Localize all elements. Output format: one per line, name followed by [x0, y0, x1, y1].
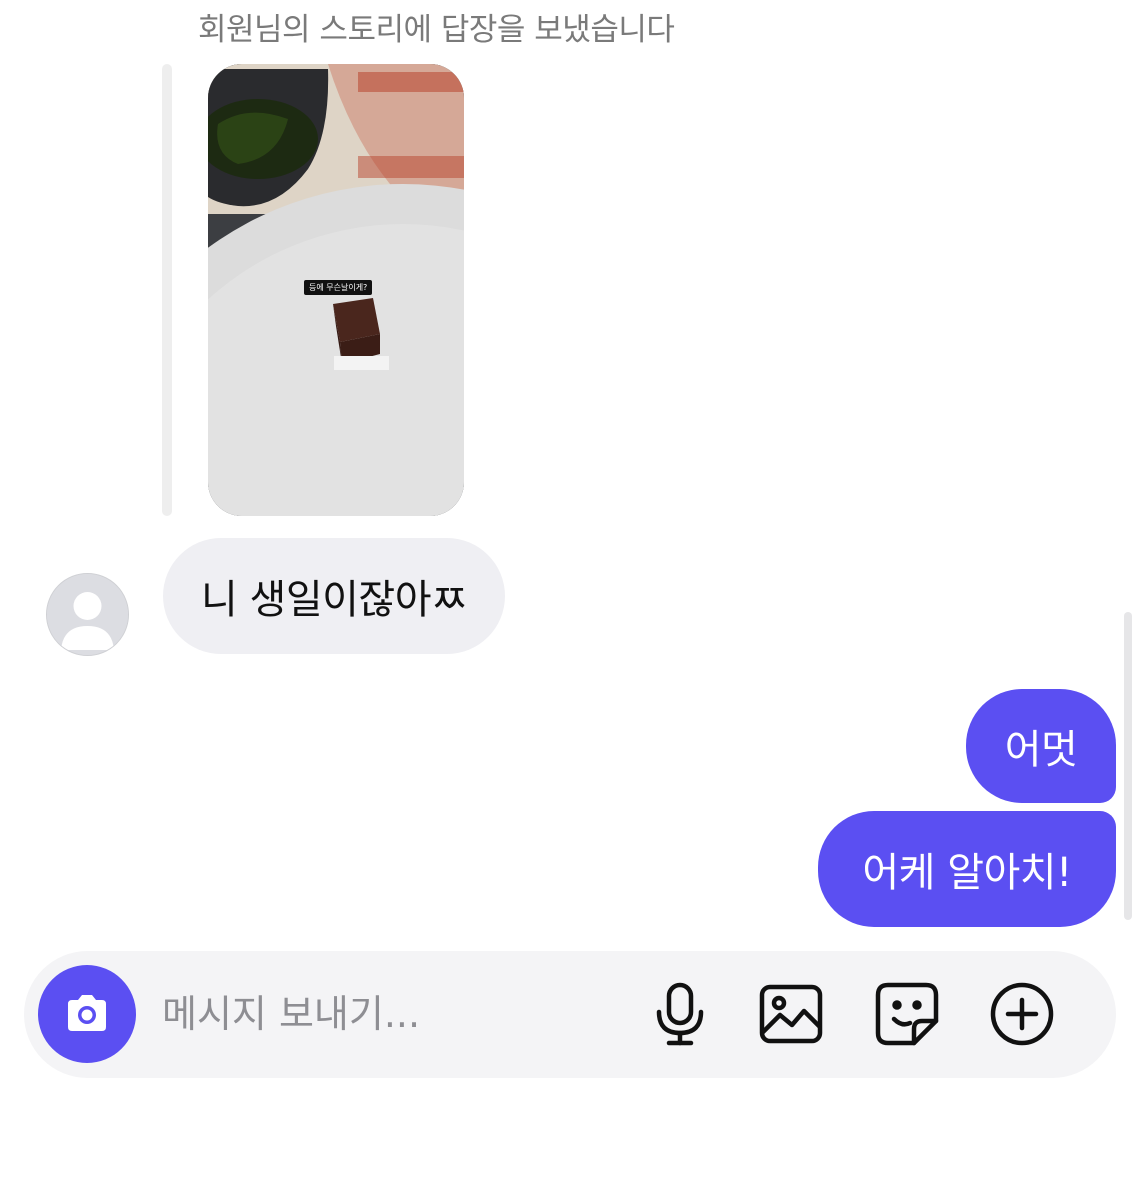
story-quote-bar	[162, 64, 172, 516]
more-button[interactable]	[989, 981, 1055, 1047]
plus-circle-icon	[990, 982, 1054, 1046]
story-thumbnail[interactable]: 등에 무슨날이게?	[208, 64, 464, 516]
camera-button[interactable]	[38, 965, 136, 1063]
outgoing-message[interactable]: 어멋	[966, 689, 1116, 803]
default-avatar-icon	[47, 574, 128, 655]
camera-icon	[68, 995, 106, 1031]
avatar[interactable]	[46, 573, 129, 656]
microphone-icon	[656, 982, 704, 1046]
gallery-button[interactable]	[758, 981, 824, 1047]
incoming-message[interactable]: 니 생일이잖아ㅉ	[163, 538, 506, 654]
story-reply-caption: 회원님의 스토리에 답장을 보냈습니다	[198, 12, 675, 48]
image-icon	[759, 984, 823, 1044]
sticker-icon	[875, 982, 939, 1046]
message-input[interactable]	[162, 983, 622, 1045]
scrollbar[interactable]	[1124, 612, 1132, 920]
story-sticker: 등에 무슨날이게?	[304, 280, 373, 295]
message-composer	[24, 951, 1116, 1078]
outgoing-message[interactable]: 어케 알아치!	[818, 811, 1116, 927]
sticker-button[interactable]	[874, 981, 940, 1047]
microphone-button[interactable]	[647, 981, 713, 1047]
